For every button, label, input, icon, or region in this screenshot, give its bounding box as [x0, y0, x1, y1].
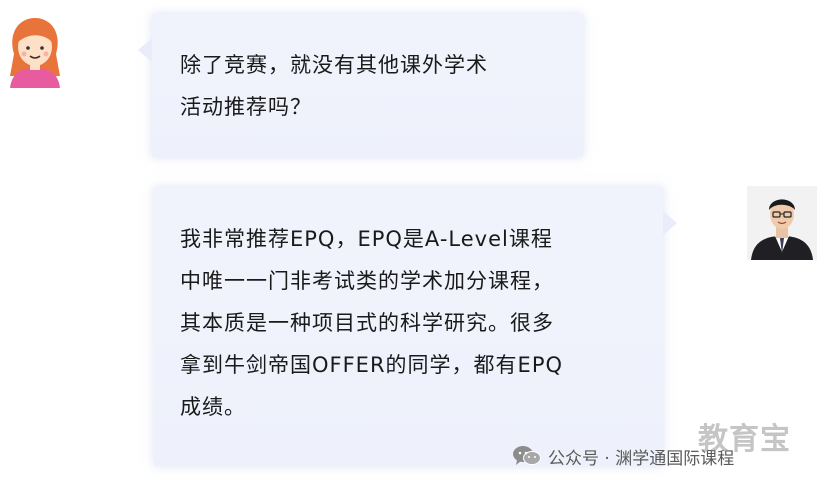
answer-text: 我非常推荐EPQ，EPQ是A-Level课程 中唯一一门非考试类的学术加分课程，… — [180, 218, 563, 428]
answer-line: 成绩。 — [180, 395, 246, 419]
girl-avatar-icon — [4, 14, 66, 88]
teacher-avatar-icon — [747, 186, 817, 260]
question-line: 活动推荐吗？ — [180, 95, 312, 119]
question-text: 除了竞赛，就没有其他课外学术 活动推荐吗？ — [180, 44, 488, 128]
wechat-icon — [512, 444, 542, 468]
answer-line: 中唯一一门非考试类的学术加分课程， — [180, 269, 554, 293]
answer-line: 我非常推荐EPQ，EPQ是A-Level课程 — [180, 227, 553, 251]
bubble-tail — [663, 211, 677, 235]
question-bubble: 除了竞赛，就没有其他课外学术 活动推荐吗？ — [138, 14, 583, 157]
bubble-tail — [138, 38, 152, 62]
answer-line: 其本质是一种项目式的科学研究。很多 — [180, 311, 554, 335]
question-line: 除了竞赛，就没有其他课外学术 — [180, 53, 488, 77]
answer-line: 拿到牛剑帝国OFFER的同学，都有EPQ — [180, 353, 564, 377]
answer-bubble: 我非常推荐EPQ，EPQ是A-Level课程 中唯一一门非考试类的学术加分课程，… — [154, 187, 677, 466]
watermark-logo: 教育宝 — [698, 422, 791, 457]
